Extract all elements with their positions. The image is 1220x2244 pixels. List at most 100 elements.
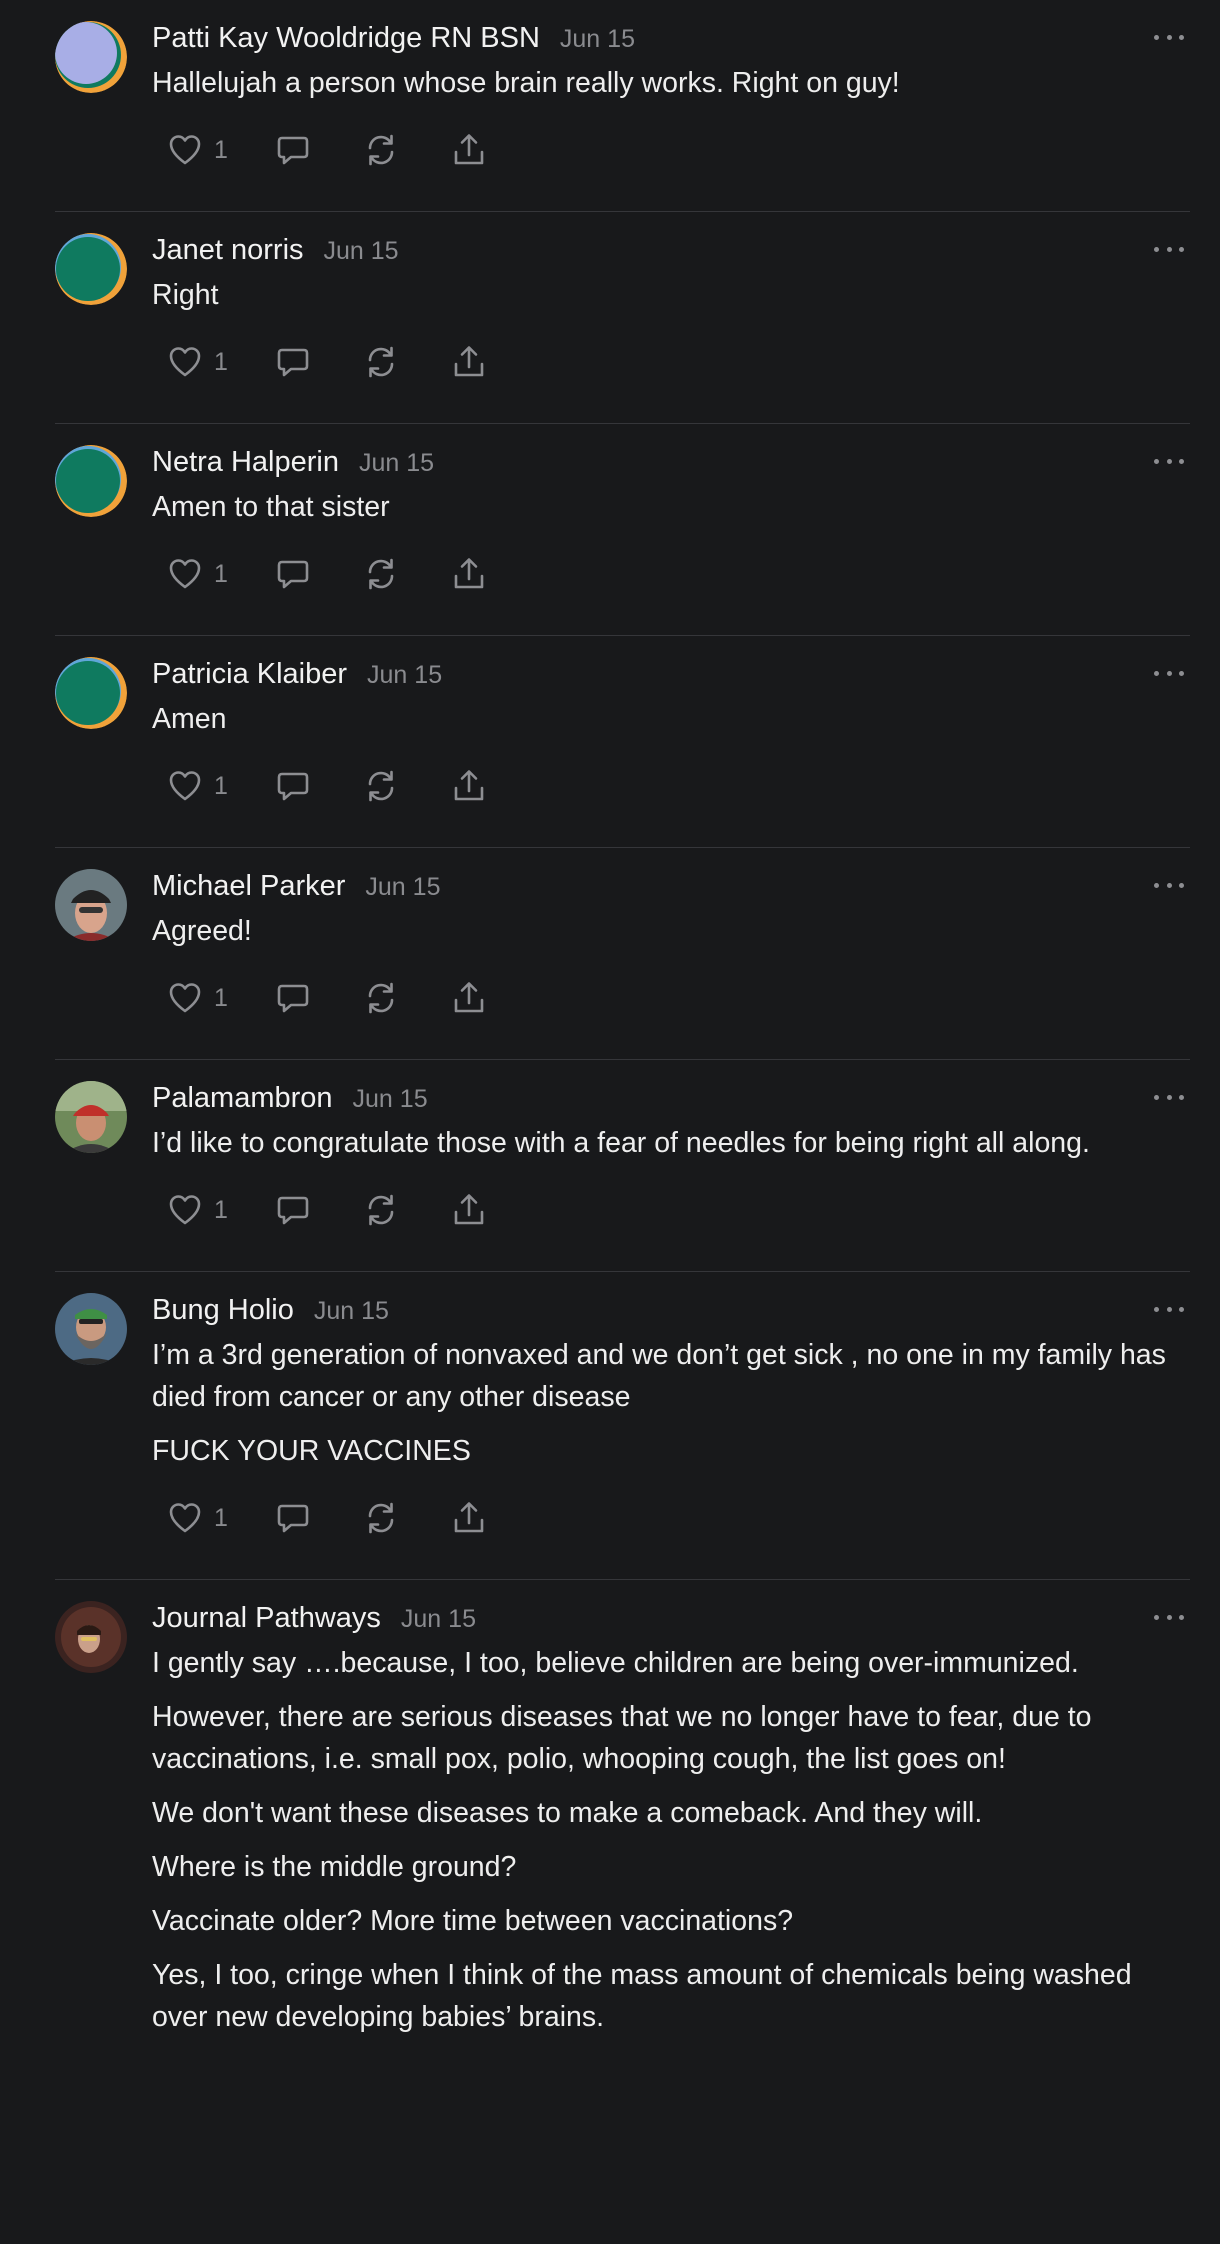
restack-arrows-icon — [362, 1499, 400, 1537]
comment-header: Netra Halperin Jun 15 — [152, 444, 1190, 486]
comment-paragraph: I gently say ….because, I too, believe c… — [152, 1647, 1079, 1679]
share-button[interactable] — [450, 1191, 488, 1229]
share-button[interactable] — [450, 767, 488, 805]
avatar[interactable] — [55, 1601, 127, 1673]
reply-button[interactable] — [274, 979, 312, 1017]
author-name[interactable]: Patricia Klaiber — [152, 658, 347, 691]
comment-date[interactable]: Jun 15 — [353, 1085, 428, 1114]
share-upload-icon — [450, 343, 488, 381]
like-button[interactable]: 1 — [166, 979, 242, 1017]
comment-date[interactable]: Jun 15 — [324, 237, 399, 266]
share-button[interactable] — [450, 1499, 488, 1537]
author-name[interactable]: Palamambron — [152, 1082, 333, 1115]
comment-body: I gently say ….because, I too, believe c… — [152, 1642, 1190, 2038]
more-options-button[interactable] — [1154, 1298, 1184, 1320]
restack-button[interactable] — [362, 979, 400, 1017]
comment-content: Bung Holio Jun 15 I’m a 3rd generation o… — [152, 1292, 1190, 1580]
comment-item: Journal Pathways Jun 15 I gently say ….b… — [0, 1580, 1220, 2038]
comment-actions: 1 — [166, 1490, 1190, 1580]
author-name[interactable]: Bung Holio — [152, 1294, 294, 1327]
comment-date[interactable]: Jun 15 — [367, 661, 442, 690]
restack-arrows-icon — [362, 131, 400, 169]
comment-item: Michael Parker Jun 15 Agreed! 1 — [0, 848, 1220, 1060]
like-button[interactable]: 1 — [166, 343, 242, 381]
restack-button[interactable] — [362, 1499, 400, 1537]
like-button[interactable]: 1 — [166, 1499, 242, 1537]
comment-body: I’m a 3rd generation of nonvaxed and we … — [152, 1334, 1190, 1472]
more-options-button[interactable] — [1154, 662, 1184, 684]
share-button[interactable] — [450, 555, 488, 593]
comment-paragraph: Vaccinate older? More time between vacci… — [152, 1905, 794, 1937]
author-name[interactable]: Netra Halperin — [152, 446, 339, 479]
comment-paragraph: Agreed! — [152, 915, 252, 947]
more-options-button[interactable] — [1154, 1086, 1184, 1108]
avatar[interactable] — [55, 21, 127, 93]
restack-button[interactable] — [362, 131, 400, 169]
comment-paragraph: Hallelujah a person whose brain really w… — [152, 67, 900, 99]
author-name[interactable]: Journal Pathways — [152, 1602, 381, 1635]
comment-date[interactable]: Jun 15 — [359, 449, 434, 478]
avatar[interactable] — [55, 233, 127, 305]
comment-content: Palamambron Jun 15 I’d like to congratul… — [152, 1080, 1190, 1272]
comment-item: Palamambron Jun 15 I’d like to congratul… — [0, 1060, 1220, 1272]
more-options-button[interactable] — [1154, 874, 1184, 896]
reply-button[interactable] — [274, 767, 312, 805]
restack-button[interactable] — [362, 343, 400, 381]
heart-icon — [166, 343, 204, 381]
author-name[interactable]: Patti Kay Wooldridge RN BSN — [152, 22, 540, 55]
like-button[interactable]: 1 — [166, 767, 242, 805]
avatar[interactable] — [55, 445, 127, 517]
like-count: 1 — [214, 135, 228, 164]
reply-button[interactable] — [274, 131, 312, 169]
share-button[interactable] — [450, 343, 488, 381]
comment-body: I’d like to congratulate those with a fe… — [152, 1122, 1190, 1164]
restack-button[interactable] — [362, 555, 400, 593]
reply-button[interactable] — [274, 1499, 312, 1537]
restack-arrows-icon — [362, 767, 400, 805]
comment-paragraph: Right — [152, 279, 219, 311]
like-count: 1 — [214, 1195, 228, 1224]
like-button[interactable]: 1 — [166, 555, 242, 593]
comment-item: Janet norris Jun 15 Right 1 — [0, 212, 1220, 424]
more-options-button[interactable] — [1154, 26, 1184, 48]
comment-item: Bung Holio Jun 15 I’m a 3rd generation o… — [0, 1272, 1220, 1580]
speech-bubble-icon — [274, 343, 312, 381]
more-options-button[interactable] — [1154, 450, 1184, 472]
comment-paragraph: FUCK YOUR VACCINES — [152, 1435, 471, 1467]
more-options-button[interactable] — [1154, 238, 1184, 260]
share-upload-icon — [450, 1499, 488, 1537]
comment-paragraph: However, there are serious diseases that… — [152, 1701, 1092, 1775]
comment-date[interactable]: Jun 15 — [401, 1605, 476, 1634]
avatar[interactable] — [55, 1293, 127, 1365]
author-name[interactable]: Michael Parker — [152, 870, 345, 903]
share-button[interactable] — [450, 131, 488, 169]
avatar[interactable] — [55, 1081, 127, 1153]
heart-icon — [166, 767, 204, 805]
restack-arrows-icon — [362, 1191, 400, 1229]
like-button[interactable]: 1 — [166, 1191, 242, 1229]
comment-content: Michael Parker Jun 15 Agreed! 1 — [152, 868, 1190, 1060]
comment-date[interactable]: Jun 15 — [365, 873, 440, 902]
restack-button[interactable] — [362, 1191, 400, 1229]
ellipsis-icon — [1154, 1614, 1159, 1620]
like-button[interactable]: 1 — [166, 131, 242, 169]
comment-date[interactable]: Jun 15 — [560, 25, 635, 54]
like-count: 1 — [214, 347, 228, 376]
avatar[interactable] — [55, 657, 127, 729]
comment-actions: 1 — [166, 334, 1190, 424]
reply-button[interactable] — [274, 555, 312, 593]
ellipsis-icon — [1154, 246, 1159, 252]
share-button[interactable] — [450, 979, 488, 1017]
reply-button[interactable] — [274, 1191, 312, 1229]
comment-body: Amen to that sister — [152, 486, 1190, 528]
heart-icon — [166, 1191, 204, 1229]
author-name[interactable]: Janet norris — [152, 234, 304, 267]
reply-button[interactable] — [274, 343, 312, 381]
comment-actions: 1 — [166, 970, 1190, 1060]
restack-button[interactable] — [362, 767, 400, 805]
more-options-button[interactable] — [1154, 1606, 1184, 1628]
share-upload-icon — [450, 1191, 488, 1229]
comment-body: Amen — [152, 698, 1190, 740]
comment-date[interactable]: Jun 15 — [314, 1297, 389, 1326]
avatar[interactable] — [55, 869, 127, 941]
